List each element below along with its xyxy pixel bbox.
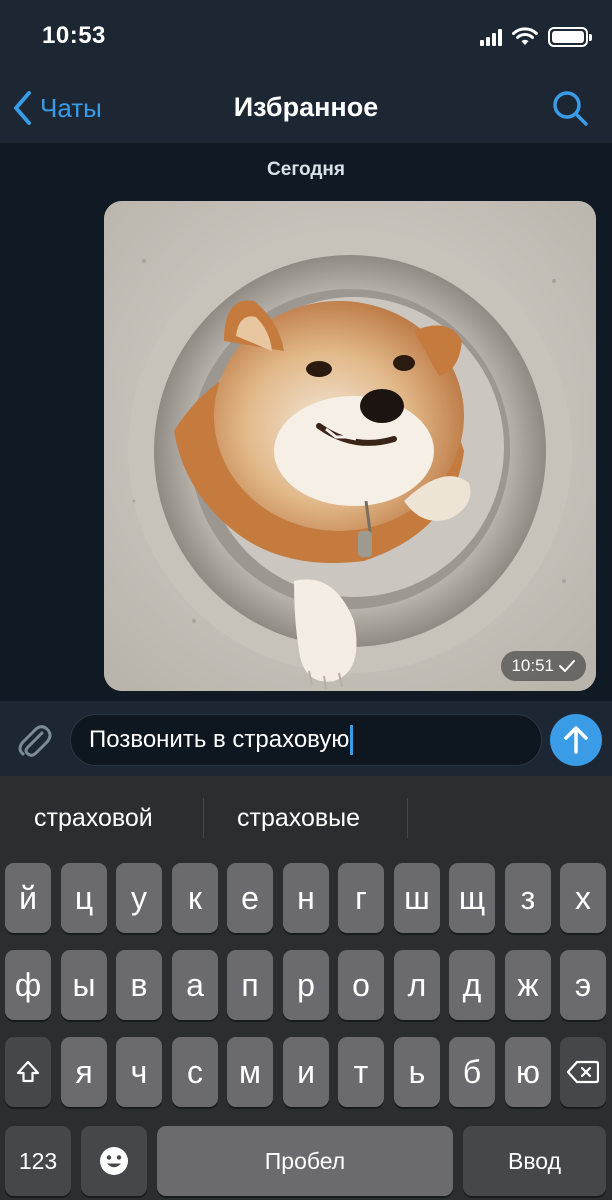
- arrow-up-icon: [564, 726, 588, 754]
- suggestions-bar: страховой страховые: [0, 776, 612, 860]
- nav-bar: Чаты Избранное: [0, 72, 612, 144]
- key-й[interactable]: й: [5, 863, 51, 933]
- battery-icon: [548, 27, 592, 47]
- suggestion-divider: [203, 798, 204, 838]
- send-button[interactable]: [550, 714, 602, 766]
- checkmark-icon: [559, 660, 575, 672]
- delete-key[interactable]: [560, 1037, 606, 1107]
- cellular-signal-icon: [480, 28, 502, 46]
- key-ь[interactable]: ь: [394, 1037, 440, 1107]
- composer-bar: Позвонить в страховую: [0, 700, 612, 776]
- search-icon: [553, 91, 588, 126]
- attach-button[interactable]: [14, 721, 54, 761]
- dog-photo: [104, 201, 596, 691]
- keyboard: страховой страховые й ц у к е н г ш щ з …: [0, 776, 612, 1200]
- return-key[interactable]: Ввод: [463, 1126, 606, 1196]
- key-о[interactable]: о: [338, 950, 384, 1020]
- search-button[interactable]: [550, 88, 590, 128]
- key-ж[interactable]: ж: [505, 950, 551, 1020]
- shift-icon: [16, 1060, 40, 1083]
- shift-key[interactable]: [5, 1037, 51, 1107]
- key-ф[interactable]: ф: [5, 950, 51, 1020]
- message-time-label: 10:51: [511, 656, 554, 675]
- key-к[interactable]: к: [172, 863, 218, 933]
- key-р[interactable]: р: [283, 950, 329, 1020]
- key-я[interactable]: я: [61, 1037, 107, 1107]
- message-time: 10:51: [501, 651, 586, 681]
- key-т[interactable]: т: [338, 1037, 384, 1107]
- message-input-text: Позвонить в страховую: [89, 726, 350, 753]
- key-в[interactable]: в: [116, 950, 162, 1020]
- status-icons: [480, 26, 592, 48]
- key-с[interactable]: с: [172, 1037, 218, 1107]
- key-м[interactable]: м: [227, 1037, 273, 1107]
- suggestion-2[interactable]: страховые: [237, 804, 360, 833]
- status-time: 10:53: [42, 22, 106, 49]
- key-ц[interactable]: ц: [61, 863, 107, 933]
- emoji-icon: [100, 1147, 128, 1175]
- emoji-key[interactable]: [81, 1126, 147, 1196]
- photo-message[interactable]: 10:51: [104, 201, 596, 691]
- backspace-icon: [567, 1060, 599, 1084]
- paperclip-icon: [18, 725, 52, 757]
- numbers-key[interactable]: 123: [5, 1126, 71, 1196]
- suggestion-divider: [407, 798, 408, 838]
- chat-area[interactable]: Сегодня 10:51: [0, 145, 612, 700]
- key-ч[interactable]: ч: [116, 1037, 162, 1107]
- key-з[interactable]: з: [505, 863, 551, 933]
- key-е[interactable]: е: [227, 863, 273, 933]
- message-input[interactable]: Позвонить в страховую: [70, 714, 542, 766]
- key-у[interactable]: у: [116, 863, 162, 933]
- key-ю[interactable]: ю: [505, 1037, 551, 1107]
- key-п[interactable]: п: [227, 950, 273, 1020]
- space-key[interactable]: Пробел: [157, 1126, 453, 1196]
- date-label: Сегодня: [267, 159, 345, 180]
- key-щ[interactable]: щ: [449, 863, 495, 933]
- text-caret: [350, 725, 354, 755]
- status-bar: 10:53: [0, 0, 612, 72]
- key-б[interactable]: б: [449, 1037, 495, 1107]
- key-г[interactable]: г: [338, 863, 384, 933]
- key-ы[interactable]: ы: [61, 950, 107, 1020]
- key-ш[interactable]: ш: [394, 863, 440, 933]
- key-э[interactable]: э: [560, 950, 606, 1020]
- key-а[interactable]: а: [172, 950, 218, 1020]
- suggestion-1[interactable]: страховой: [34, 804, 153, 833]
- key-н[interactable]: н: [283, 863, 329, 933]
- page-title: Избранное: [233, 92, 379, 122]
- key-и[interactable]: и: [283, 1037, 329, 1107]
- key-д[interactable]: д: [449, 950, 495, 1020]
- key-л[interactable]: л: [394, 950, 440, 1020]
- wifi-icon: [512, 27, 538, 45]
- key-х[interactable]: х: [560, 863, 606, 933]
